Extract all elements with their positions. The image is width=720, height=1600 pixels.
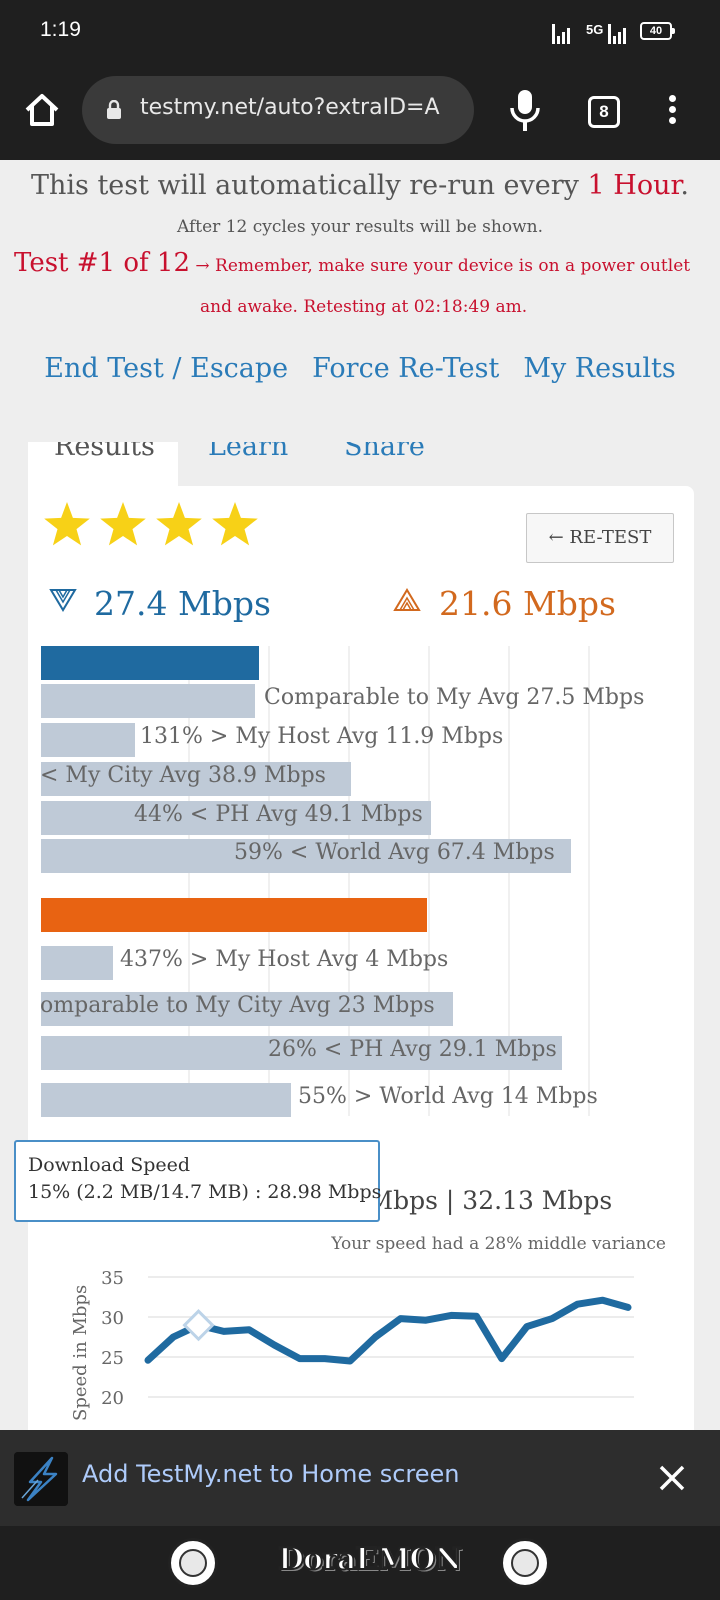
overflow-menu-icon[interactable] — [664, 92, 680, 132]
upload-comparison-bar — [41, 1083, 291, 1117]
retest-time-notice: and awake. Retesting at 02:18:49 am. — [200, 297, 528, 317]
download-speed-bar — [41, 646, 259, 680]
rerun-notice: This test will automatically re-run ever… — [30, 170, 690, 201]
star-icon — [156, 502, 202, 546]
star-rating — [42, 500, 260, 550]
mic-icon[interactable] — [505, 88, 545, 134]
upload-comparison-label: 55% > World Avg 14 Mbps — [298, 1084, 598, 1109]
y-tick-label: 20 — [101, 1388, 124, 1409]
status-bar: 1:19 5G 40 — [0, 0, 720, 64]
download-comparison-label: < My City Avg 38.9 Mbps — [40, 763, 326, 788]
results-card: ← RE-TEST 27.4 Mbps 21.6 Mbps Comparable… — [28, 486, 694, 1430]
arrow-icon: → — [195, 256, 210, 276]
speed-line-chart[interactable]: 3530252015Speed in Mbps — [28, 1261, 694, 1430]
upload-speed: 21.6 Mbps — [439, 584, 616, 623]
star-icon — [212, 502, 258, 546]
y-axis-label: Speed in Mbps — [70, 1285, 91, 1421]
test-counter: Test #1 of 12 — [14, 248, 190, 278]
retest-button[interactable]: ← RE-TEST — [526, 513, 674, 563]
upload-comparison-label: 26% < PH Avg 29.1 Mbps — [268, 1037, 557, 1062]
download-arrow-icon — [49, 589, 77, 612]
signal-icon-2 — [608, 18, 626, 44]
variance-text: Your speed had a 28% middle variance — [331, 1234, 666, 1254]
back-nav-icon[interactable] — [168, 1538, 218, 1588]
home-icon[interactable] — [22, 90, 62, 130]
lock-icon — [107, 100, 121, 119]
url-text: testmy.net/auto?extraID=A — [140, 95, 440, 120]
download-speed: 27.4 Mbps — [94, 584, 271, 623]
battery-icon: 40 — [640, 22, 675, 40]
recents-nav-icon[interactable] — [500, 1538, 550, 1588]
highlighted-data-point — [182, 1309, 215, 1342]
upload-comparison-label: 437% > My Host Avg 4 Mbps — [120, 947, 449, 972]
tab-switcher-button[interactable]: 8 — [588, 96, 620, 128]
cycles-notice: After 12 cycles your results will be sho… — [177, 217, 543, 237]
tooltip-title: Download Speed — [28, 1154, 191, 1176]
home-nav-logo[interactable]: DoraEMON — [277, 1541, 463, 1578]
browser-toolbar: testmy.net/auto?extraID=A 8 — [0, 64, 720, 160]
web-page: This test will automatically re-run ever… — [0, 160, 720, 1430]
tooltip-detail: 15% (2.2 MB/14.7 MB) : 28.98 Mbps — [28, 1181, 382, 1203]
close-icon[interactable] — [656, 1462, 688, 1494]
download-comparison-label: 44% < PH Avg 49.1 Mbps — [134, 802, 423, 827]
signal-icon — [552, 18, 570, 44]
tab-results[interactable]: Results — [28, 442, 178, 486]
my-results-link[interactable]: My Results — [523, 353, 675, 384]
add-to-home-text[interactable]: Add TestMy.net to Home screen — [82, 1460, 460, 1488]
comparison-bars: Comparable to My Avg 27.5 Mbps 131% > My … — [28, 646, 694, 1146]
testmy-app-icon — [14, 1452, 68, 1506]
test-counter-line: Test #1 of 12 → Remember, make sure your… — [14, 248, 714, 278]
clock: 1:19 — [40, 18, 81, 41]
y-tick-label: 35 — [101, 1268, 124, 1289]
download-comparison-bar — [41, 684, 255, 718]
test-links: End Test / Escape Force Re-Test My Resul… — [0, 353, 720, 384]
add-to-home-banner[interactable]: Add TestMy.net to Home screen — [0, 1430, 720, 1526]
upload-arrow-icon — [393, 588, 421, 611]
download-comparison-bar — [41, 723, 135, 757]
rerun-interval: 1 Hour — [587, 170, 681, 201]
navigation-bar: DoraEMON — [0, 1526, 720, 1600]
y-tick-label: 30 — [101, 1308, 124, 1329]
upload-comparison-label: omparable to My City Avg 23 Mbps — [40, 993, 435, 1018]
download-comparison-label: Comparable to My Avg 27.5 Mbps — [264, 685, 645, 710]
end-test-link[interactable]: End Test / Escape — [44, 353, 288, 384]
chart-tooltip: Download Speed 15% (2.2 MB/14.7 MB) : 28… — [14, 1140, 382, 1222]
star-icon — [44, 502, 90, 546]
y-tick-label: 25 — [101, 1348, 124, 1369]
tab-learn[interactable]: Learn — [208, 442, 288, 486]
address-bar[interactable]: testmy.net/auto?extraID=A — [82, 76, 474, 144]
star-icon — [100, 502, 146, 546]
download-comparison-label: 131% > My Host Avg 11.9 Mbps — [140, 724, 504, 749]
reminder-text: Remember, make sure your device is on a … — [215, 256, 691, 276]
download-comparison-label: 59% < World Avg 67.4 Mbps — [234, 840, 555, 865]
tab-share[interactable]: Share — [344, 442, 425, 486]
grid-line — [588, 646, 590, 1116]
network-type: 5G — [586, 22, 604, 37]
upload-comparison-bar — [41, 946, 113, 980]
upload-speed-bar — [41, 898, 427, 932]
download-speed-line — [144, 1296, 632, 1365]
force-retest-link[interactable]: Force Re-Test — [312, 353, 499, 384]
